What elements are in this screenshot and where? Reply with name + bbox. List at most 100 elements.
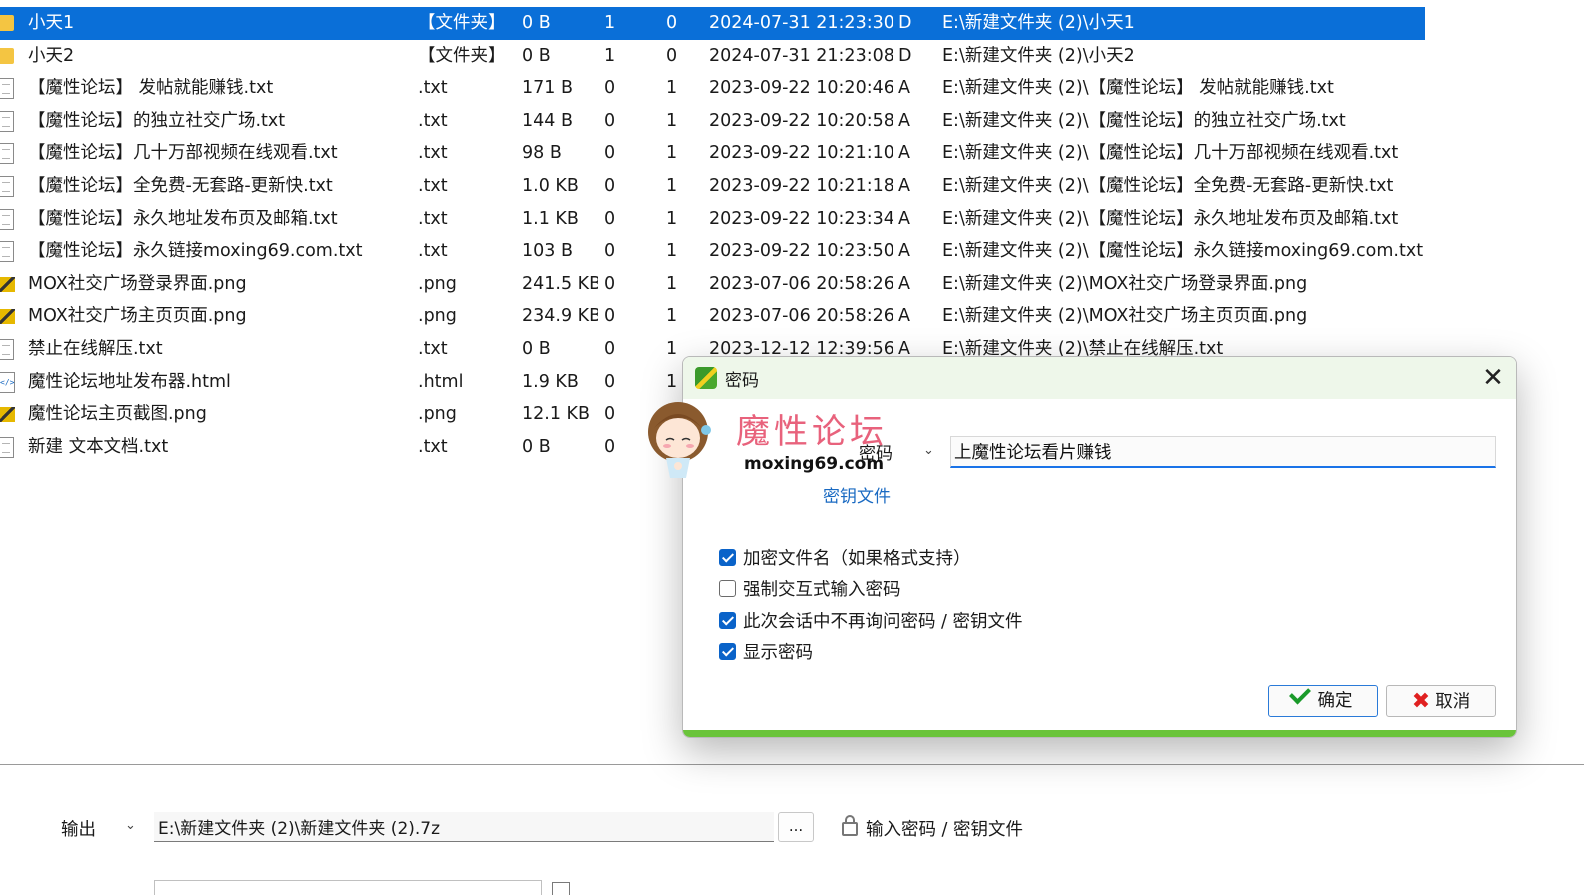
cell-attr: A [898,176,910,196]
cell-size: 103 B [522,241,573,262]
output-path-input[interactable] [154,812,774,842]
chevron-down-icon[interactable]: ⌄ [125,818,136,833]
text-file-icon [0,170,18,202]
cell-path: E:\新建文件夹 (2)\【魔性论坛】永久链接moxing69.com.txt [942,241,1424,262]
ok-label: 确定 [1317,691,1353,711]
cell-name: 小天1 [28,13,75,33]
option-force-interactive[interactable]: 强制交互式输入密码 [719,578,901,602]
secondary-field[interactable] [154,880,542,895]
folder-icon [0,40,18,72]
file-row[interactable]: 【魔性论坛】的独立社交广场.txt .txt 144 B 0 1 2023-09-22 1… [0,105,1425,138]
cell-a: 0 [604,371,616,392]
cell-name: 【魔性论坛】全免费-无套路-更新快.txt [28,176,333,196]
cell-type: 【文件夹】 [418,45,506,66]
cell-type: .html [418,371,464,392]
cell-b: 1 [666,176,678,196]
app-icon [695,367,717,389]
cell-path: E:\新建文件夹 (2)\MOX社交广场登录界面.png [942,273,1308,294]
file-row[interactable]: 【魔性论坛】全免费-无套路-更新快.txt .txt 1.0 KB 0 1 2023-09… [0,170,1425,203]
text-file-icon [0,203,18,235]
enter-password-link[interactable]: 输入密码 / 密钥文件 [842,815,1023,841]
cell-path: E:\新建文件夹 (2)\【魔性论坛】 发帖就能赚钱.txt [942,78,1334,99]
checkbox[interactable] [719,548,736,566]
cell-type: .png [418,306,457,327]
cell-path: E:\新建文件夹 (2)\小天2 [942,45,1135,66]
cell-date: 2024-07-31 21:23:08 [709,45,893,66]
cell-attr: A [898,241,910,262]
file-row[interactable]: 【魔性论坛】永久链接moxing69.com.txt .txt 103 B 0 1 202… [0,235,1425,268]
cell-type: .txt [418,241,448,262]
cell-date: 2023-09-22 10:20:58 [709,110,893,131]
cell-b: 1 [666,110,678,131]
cell-a: 0 [604,241,616,262]
cell-a: 0 [604,143,616,164]
text-file-icon [0,333,18,365]
file-row[interactable]: 【魔性论坛】 发帖就能赚钱.txt .txt 171 B 0 1 2023-09-22 1… [0,72,1425,105]
cell-name: 魔性论坛主页截图.png [28,404,207,425]
cell-date: 2023-09-22 10:21:18 [709,176,893,196]
cell-name: 【魔性论坛】永久链接moxing69.com.txt [28,241,363,262]
file-row[interactable]: 【魔性论坛】几十万部视频在线观看.txt .txt 98 B 0 1 2023-09-22… [0,137,1425,170]
file-row[interactable]: MOX社交广场登录界面.png .png 241.5 KB 0 1 2023-07-06 … [0,268,1425,301]
text-file-icon [0,72,18,104]
watermark-url: moxing69.com [744,454,885,474]
cell-b: 1 [666,241,678,262]
chevron-down-icon[interactable]: ⌄ [923,443,934,458]
dialog-accent-bar [683,730,1516,737]
cell-a: 0 [604,273,616,294]
file-row[interactable]: 【魔性论坛】永久地址发布页及邮箱.txt .txt 1.1 KB 0 1 2023-09-… [0,203,1425,236]
checkmark-icon [1288,682,1311,705]
file-row[interactable]: 小天1 【文件夹】 0 B 1 0 2024-07-31 21:23:30 D E:\新建文件… [0,7,1425,40]
cell-size: 234.9 KB [522,306,598,327]
file-row[interactable]: 小天2 【文件夹】 0 B 1 0 2024-07-31 21:23:08 D E:\新建文件… [0,40,1425,73]
cell-path: E:\新建文件夹 (2)\小天1 [942,13,1135,33]
cell-type: .png [418,404,457,425]
text-file-icon [0,235,18,267]
file-row[interactable]: MOX社交广场主页页面.png .png 234.9 KB 0 1 2023-07-06 … [0,300,1425,333]
cell-attr: A [898,208,910,229]
cell-size: 1.1 KB [522,208,579,229]
ok-button[interactable]: 确定 [1268,682,1378,717]
cell-attr: A [898,78,910,99]
cell-name: MOX社交广场主页页面.png [28,306,247,327]
html-file-icon: </> [0,366,18,398]
cell-attr: A [898,273,910,294]
checkbox[interactable] [719,611,736,629]
cell-path: E:\新建文件夹 (2)\【魔性论坛】的独立社交广场.txt [942,110,1346,131]
option-encrypt-filenames[interactable]: 加密文件名（如果格式支持） [719,547,971,571]
cross-icon: ✖ [1411,689,1431,714]
cell-type: .png [418,273,457,294]
checkbox[interactable] [719,642,736,660]
watermark-logo: 魔性论坛 [736,412,888,452]
option-label: 显示密码 [743,643,813,663]
cell-type: .txt [418,339,448,359]
browse-button[interactable]: ... [778,812,814,842]
close-button[interactable]: ✕ [1470,357,1516,399]
cell-name: 【魔性论坛】永久地址发布页及邮箱.txt [28,208,338,229]
cell-a: 0 [604,208,616,229]
cell-a: 0 [604,306,616,327]
cell-path: E:\新建文件夹 (2)\MOX社交广场主页页面.png [942,306,1308,327]
option-show-password[interactable]: 显示密码 [719,641,813,665]
cell-a: 0 [604,110,616,131]
option-remember-session[interactable]: 此次会话中不再询问密码 / 密钥文件 [719,610,1023,634]
cancel-label: 取消 [1435,692,1471,712]
cell-size: 1.0 KB [522,176,579,196]
option-label: 此次会话中不再询问密码 / 密钥文件 [743,612,1023,632]
cell-path: E:\新建文件夹 (2)\【魔性论坛】永久地址发布页及邮箱.txt [942,208,1399,229]
checkbox[interactable] [719,579,736,597]
watermark: 魔性论坛 moxing69.com [640,392,920,492]
cell-a: 0 [604,176,616,196]
password-input[interactable] [950,436,1496,468]
cell-size: 12.1 KB [522,404,591,425]
secondary-checkbox[interactable] [552,882,570,895]
divider [0,764,1584,765]
cell-size: 0 B [522,13,551,33]
cell-attr: A [898,110,910,131]
cell-a: 1 [604,13,616,33]
text-file-icon [0,137,18,169]
cell-b: 0 [666,13,678,33]
cancel-button[interactable]: ✖ 取消 [1386,685,1496,717]
folder-icon [0,7,18,39]
cell-a: 0 [604,436,616,457]
